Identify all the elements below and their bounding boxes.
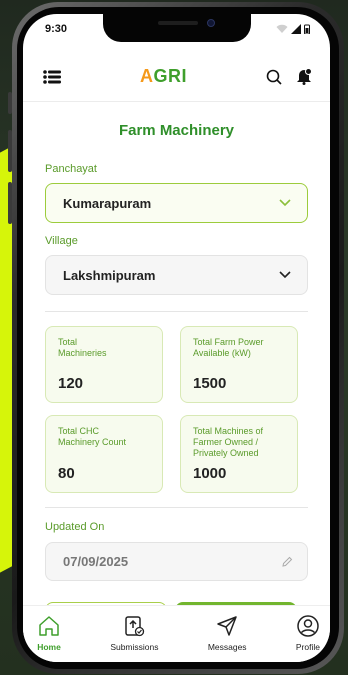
header-actions [266, 68, 312, 85]
stat-value: 1500 [193, 375, 227, 392]
stat-card-chc-count: Total CHC Machinery Count 80 [45, 415, 163, 493]
app-logo: A GRI [140, 66, 187, 87]
updated-on-value: 07/09/2025 [63, 554, 129, 569]
village-label: Village [45, 235, 78, 247]
nav-home[interactable]: Home [37, 614, 61, 662]
stat-label: Total Machineries [58, 337, 107, 358]
submissions-icon [125, 616, 145, 637]
stat-card-total-machineries: Total Machineries 120 [45, 326, 163, 403]
profile-icon [297, 615, 319, 637]
stat-label: Total Farm Power Available (kW) [193, 337, 264, 358]
notch [103, 14, 251, 42]
chevron-down-icon [279, 199, 291, 207]
phone-side-button [8, 130, 12, 172]
phone-side-button [8, 92, 12, 114]
app-screen: 9:30 A GRI Farm Machinery Panchayat Kumar… [23, 14, 330, 662]
stat-value: 80 [58, 465, 75, 482]
divider [45, 311, 308, 312]
stat-value: 1000 [193, 465, 227, 482]
page-title: Farm Machinery [118, 122, 235, 139]
nav-messages[interactable]: Messages [208, 614, 247, 662]
bottom-nav: Home Submissions Messages Profile [23, 605, 330, 662]
chevron-down-icon [279, 271, 291, 279]
pencil-icon[interactable] [281, 556, 293, 568]
stats-grid: Total Machineries 120 Total Farm Power A… [45, 326, 308, 493]
camera [207, 19, 215, 27]
send-icon [217, 616, 237, 636]
panchayat-label: Panchayat [45, 163, 97, 175]
app-header: A GRI [23, 52, 330, 102]
village-select[interactable]: Lakshmipuram [45, 255, 308, 295]
page-content: Farm Machinery Panchayat Kumarapuram Vil… [23, 102, 330, 638]
stat-label: Total Machines of Farmer Owned / Private… [193, 426, 264, 458]
menu-icon[interactable] [43, 69, 61, 84]
divider [45, 507, 308, 508]
panchayat-select[interactable]: Kumarapuram [45, 183, 308, 223]
nav-submissions-label: Submissions [110, 642, 159, 652]
nav-home-label: Home [37, 642, 61, 652]
panchayat-value: Kumarapuram [63, 195, 152, 211]
status-icons [276, 24, 310, 34]
nav-messages-label: Messages [207, 642, 247, 652]
stat-label: Total CHC Machinery Count [58, 426, 127, 447]
speaker [158, 21, 198, 25]
search-icon[interactable] [266, 69, 282, 85]
updated-on-field[interactable]: 07/09/2025 [45, 542, 308, 581]
phone-side-button [8, 182, 12, 224]
nav-profile[interactable]: Profile [296, 614, 320, 662]
nav-profile-label: Profile [295, 642, 320, 652]
stat-value: 120 [58, 375, 84, 392]
nav-submissions[interactable]: Submissions [110, 614, 159, 662]
battery-icon [304, 24, 310, 34]
logo-letter-a: A [139, 66, 154, 86]
wifi-icon [276, 24, 288, 33]
logo-text: GRI [153, 66, 187, 86]
notification-bell-icon[interactable] [296, 68, 312, 85]
updated-on-label: Updated On [45, 521, 105, 533]
signal-icon [291, 24, 301, 34]
stat-card-farm-power: Total Farm Power Available (kW) 1500 [180, 326, 298, 403]
village-value: Lakshmipuram [63, 267, 156, 283]
home-icon [39, 616, 59, 636]
status-time: 9:30 [45, 23, 68, 35]
stat-card-farmer-owned: Total Machines of Farmer Owned / Private… [180, 415, 298, 493]
